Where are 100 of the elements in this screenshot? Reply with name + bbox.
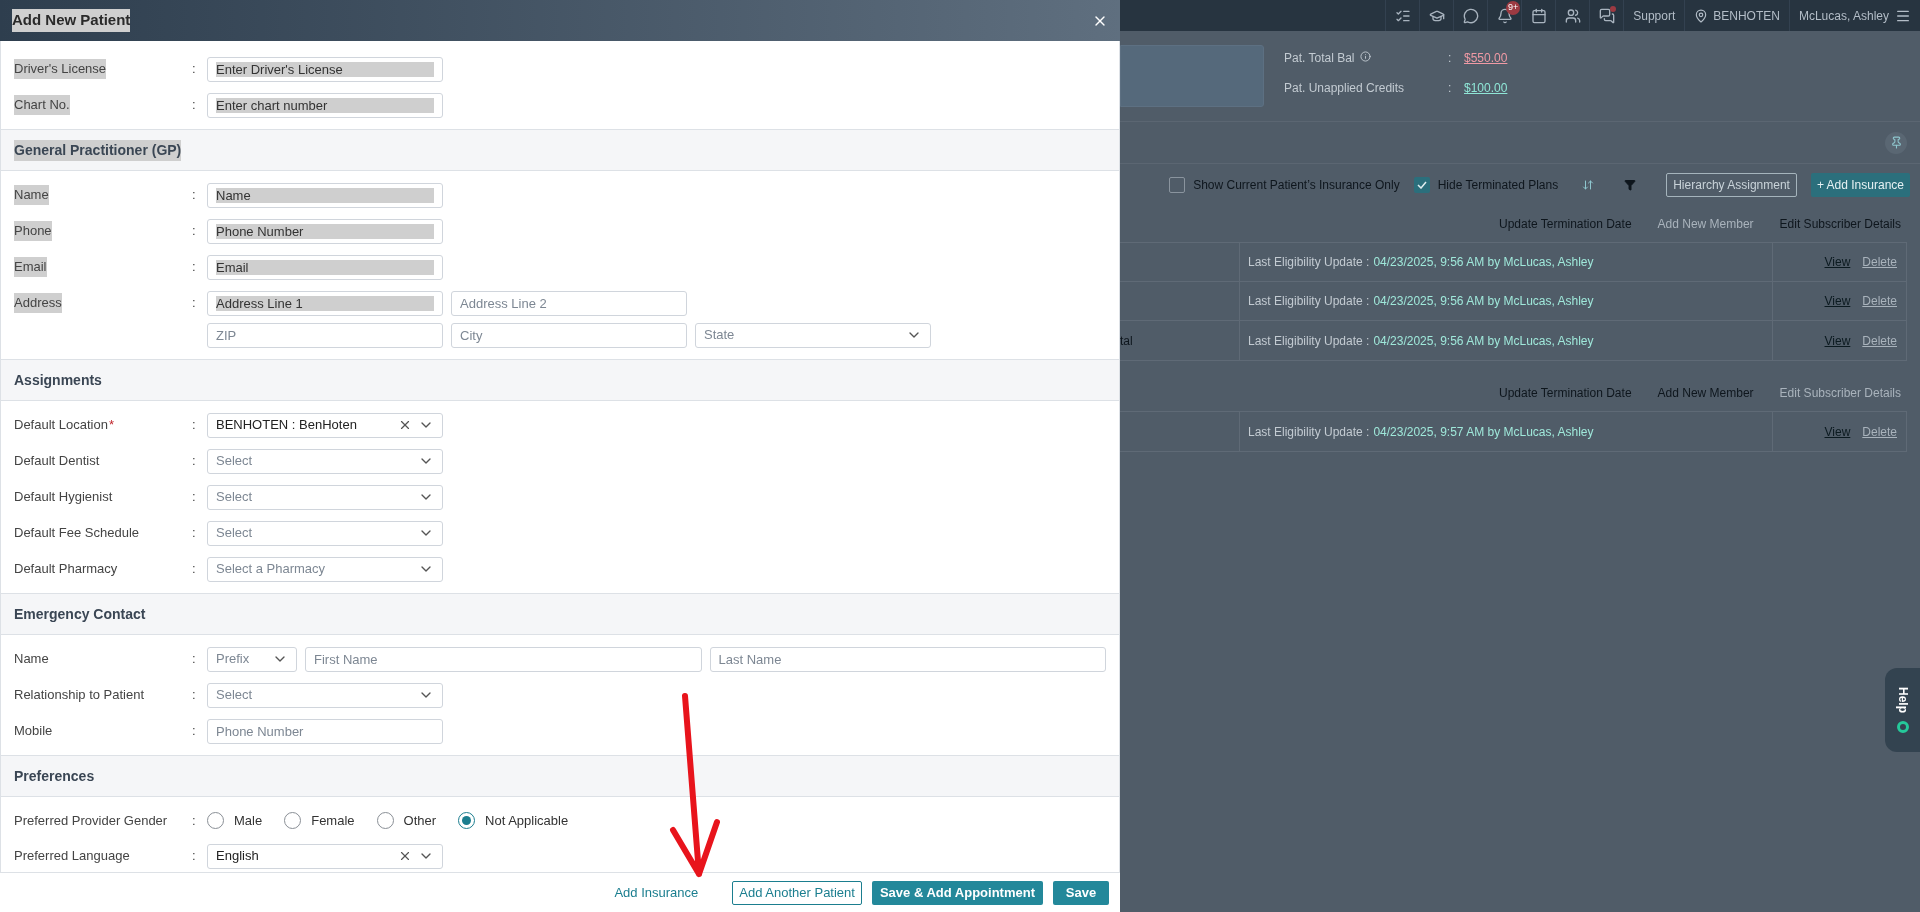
dropdown-field[interactable]: Select [207,520,443,546]
eligibility-value: 04/23/2025, 9:56 AM by McLucas, Ashley [1373,254,1594,271]
required-mark: * [108,416,114,435]
field-label: Default Location [14,416,108,435]
colon: : [192,560,196,579]
row-link[interactable]: View [1824,422,1851,441]
calendar-icon[interactable] [1530,7,1547,24]
input-field[interactable]: Address Line 2 [451,290,687,316]
dialog-title: Add New Patient [12,9,131,32]
field-label: Relationship to Patient [14,686,145,705]
eligibility-label: Last Eligibility Update : [1248,293,1370,310]
colon: : [192,186,196,205]
eligibility-label: Last Eligibility Update : [1248,423,1370,441]
link-button[interactable]: Add Insurance [602,880,711,905]
radio-option[interactable]: Female [284,810,355,831]
dropdown-field[interactable]: Select [207,682,443,708]
clear-icon[interactable] [398,849,412,863]
pin-button[interactable] [1885,131,1907,154]
action-link[interactable]: Edit Subscriber Details [1779,215,1901,233]
filter-icon[interactable] [1624,179,1637,191]
chat-bubbles-icon[interactable] [1598,7,1615,24]
field-label: Chart No. [14,95,70,115]
dropdown-field[interactable]: Select [207,484,443,510]
field-label: Default Pharmacy [14,560,118,579]
balance-value[interactable]: $550.00 [1464,49,1508,67]
colon: : [192,686,196,705]
field-label: Default Fee Schedule [14,524,140,543]
input-field[interactable]: ZIP [207,322,443,348]
input-field[interactable]: Enter Driver's License [207,56,443,82]
field-label: Preferred Language [14,847,130,866]
row-link[interactable]: View [1824,292,1851,310]
dropdown-field[interactable]: English [207,843,443,869]
radio-option[interactable]: Male [207,810,263,831]
checkbox[interactable] [1169,177,1186,193]
checkbox[interactable] [1413,177,1430,193]
colon: : [192,294,196,313]
action-button[interactable]: Add Another Patient [732,880,862,905]
balance-value[interactable]: $100.00 [1464,79,1508,97]
dropdown-placeholder: State [704,326,736,345]
radio-option[interactable]: Not Applicable [458,810,569,831]
pin-icon [1889,136,1903,149]
eligibility-label: Last Eligibility Update : [1248,254,1370,271]
colon: : [192,452,196,471]
checkbox-label: Hide Terminated Plans [1437,177,1559,194]
support-link[interactable]: Support [1623,0,1685,31]
dropdown-value: BENHOTEN : BenHoten [216,416,358,435]
action-link[interactable]: Add New Member [1657,384,1754,402]
field-label: Name [14,650,49,669]
action-link[interactable]: Update Termination Date [1499,215,1632,233]
clear-icon[interactable] [398,418,412,432]
action-button[interactable]: Save & Add Appointment [871,880,1043,905]
toolbar-button[interactable]: + Add Insurance [1810,173,1910,197]
colon: : [192,524,196,543]
input-field[interactable]: Email [207,254,443,280]
help-tab[interactable]: Help [1885,668,1920,752]
field-label: Preferred Provider Gender [14,811,168,830]
colon: : [192,847,196,866]
balance-label: Pat. Unapplied Credits [1284,80,1405,97]
chat-bubble-icon[interactable] [1462,7,1479,24]
dropdown-field[interactable]: Prefix [207,646,297,672]
field-label: Email [14,257,47,277]
field-label: Phone [14,221,52,241]
input-field[interactable]: Address Line 1 [207,290,443,316]
dropdown-placeholder: Select [216,488,254,507]
section-title: Assignments [14,370,102,390]
input-field[interactable]: Last Name [709,646,1106,672]
radio-option[interactable]: Other [376,810,437,831]
dropdown-field[interactable]: State [695,322,931,348]
checkmark-icon [1416,181,1427,189]
colon: : [192,650,196,669]
input-field[interactable]: City [451,322,687,348]
input-field[interactable]: Phone Number [207,218,443,244]
action-button[interactable]: Save [1053,880,1109,905]
dropdown-placeholder: Select a Pharmacy [216,560,327,579]
user-name[interactable]: McLucas, Ashley [1798,6,1889,25]
table-cell-text: tal [1120,332,1133,350]
toolbar-button[interactable]: Hierarchy Assignment [1666,173,1797,197]
dropdown-value: English [216,847,260,866]
input-field[interactable]: Enter chart number [207,92,443,118]
row-link[interactable]: View [1824,253,1851,271]
colon: : [192,416,196,435]
eligibility-label: Last Eligibility Update : [1248,332,1370,350]
input-field[interactable]: First Name [305,646,702,672]
dropdown-placeholder: Select [216,524,254,543]
colon: : [1448,80,1453,97]
input-field[interactable]: Name [207,182,443,208]
dropdown-field[interactable]: BENHOTEN : BenHoten [207,412,443,438]
location-name[interactable]: BENHOTEN [1713,6,1780,25]
field-label: Driver's License [14,59,107,79]
action-link[interactable]: Update Termination Date [1499,384,1632,402]
sort-icon[interactable] [1582,179,1595,191]
dropdown-field[interactable]: Select a Pharmacy [207,556,443,582]
dropdown-placeholder: Select [216,686,254,705]
row-link[interactable]: View [1824,331,1851,350]
notification-badge: 9+ [1505,1,1521,15]
input-field[interactable]: Phone Number [207,718,443,744]
people-icon[interactable] [1564,7,1581,24]
dropdown-field[interactable]: Select [207,448,443,474]
checkbox-label: Show Current Patient’s Insurance Only [1193,177,1400,194]
field-label: Mobile [14,722,53,741]
